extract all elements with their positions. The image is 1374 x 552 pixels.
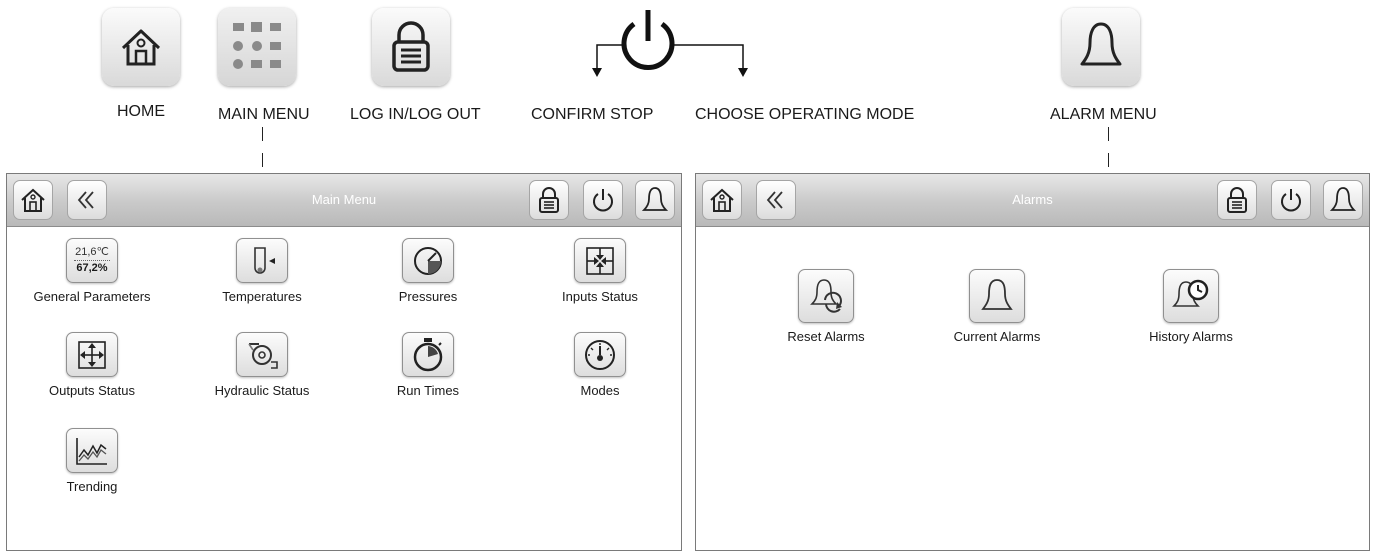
- legend-alarm-menu-label: ALARM MENU: [1050, 106, 1157, 123]
- main-menu-pointer-top: [262, 127, 263, 141]
- alarm-pointer-bottom: [1108, 153, 1109, 167]
- trend-chart-icon: [66, 428, 118, 473]
- home-tile: [102, 8, 180, 86]
- screen-title: Main Menu: [311, 192, 377, 207]
- menu-item-label: Trending: [66, 479, 118, 494]
- alarm-button[interactable]: [1323, 180, 1363, 220]
- alarm-tile: [1062, 8, 1140, 86]
- bell-reset-icon: [798, 269, 854, 323]
- alarm-item-label: History Alarms: [1149, 329, 1233, 344]
- menu-item-label: Inputs Status: [562, 289, 638, 304]
- legend-choose-mode-label: CHOOSE OPERATING MODE: [695, 106, 915, 123]
- divider: [74, 260, 110, 261]
- outputs-arrows-icon: [66, 332, 118, 377]
- menu-item-label: Outputs Status: [49, 383, 135, 398]
- menu-item-label: Modes: [580, 383, 620, 398]
- humidity-value: 67,2%: [76, 262, 108, 274]
- alarm-item-current[interactable]: Current Alarms: [922, 269, 1072, 344]
- stopwatch-icon: [402, 332, 454, 377]
- login-button[interactable]: [1217, 180, 1257, 220]
- alarm-item-label: Reset Alarms: [787, 329, 865, 344]
- main-menu-screen: Main Menu 21,6℃ 67,2% General Parameters…: [6, 173, 682, 551]
- inputs-arrows-icon: [574, 238, 626, 283]
- lock-tile: [372, 8, 450, 86]
- general-parameters-icon: 21,6℃ 67,2%: [66, 238, 118, 283]
- dial-icon: [574, 332, 626, 377]
- menu-item-inputs-status[interactable]: Inputs Status: [525, 238, 675, 304]
- menu-item-label: Run Times: [396, 383, 460, 398]
- power-button[interactable]: [1271, 180, 1311, 220]
- screen-title: Alarms: [1012, 192, 1053, 207]
- menu-item-general-parameters[interactable]: 21,6℃ 67,2% General Parameters: [17, 238, 167, 304]
- menu-item-label: Hydraulic Status: [214, 383, 310, 398]
- power-icon: [1281, 189, 1301, 212]
- alarm-item-history[interactable]: History Alarms: [1116, 269, 1266, 344]
- alarms-screen: Alarms Reset Alarms Current Alarms Histo…: [695, 173, 1370, 551]
- bell-clock-icon: [1163, 269, 1219, 323]
- menu-item-pressures[interactable]: Pressures: [353, 238, 503, 304]
- alarm-item-label: Current Alarms: [953, 329, 1041, 344]
- home-icon: [121, 29, 161, 66]
- main-menu-pointer-bottom: [262, 153, 263, 167]
- menu-item-label: General Parameters: [33, 289, 151, 304]
- menu-item-label: Pressures: [398, 289, 458, 304]
- pump-icon: [236, 332, 288, 377]
- menu-item-temperatures[interactable]: Temperatures: [187, 238, 337, 304]
- alarm-pointer-top: [1108, 127, 1109, 141]
- menu-item-trending[interactable]: Trending: [17, 428, 167, 494]
- top-bar: Alarms: [696, 174, 1369, 227]
- power-button[interactable]: [583, 180, 623, 220]
- bell-icon: [1080, 22, 1122, 66]
- bell-icon: [1330, 187, 1356, 211]
- power-icon: [592, 10, 748, 77]
- menu-item-hydraulic-status[interactable]: Hydraulic Status: [187, 332, 337, 398]
- padlock-icon: [392, 21, 430, 72]
- temperature-value: 21,6℃: [75, 246, 109, 258]
- bell-icon: [969, 269, 1025, 323]
- power-icon: [593, 189, 613, 212]
- bell-icon: [642, 187, 668, 211]
- legend-confirm-stop-label: CONFIRM STOP: [531, 106, 654, 123]
- alarm-item-reset[interactable]: Reset Alarms: [751, 269, 901, 344]
- menu-item-modes[interactable]: Modes: [525, 332, 675, 398]
- legend-login-label: LOG IN/LOG OUT: [350, 106, 481, 123]
- alarm-button[interactable]: [635, 180, 675, 220]
- thermometer-icon: [236, 238, 288, 283]
- main-menu-tile: [218, 8, 296, 86]
- top-bar: Main Menu: [7, 174, 681, 227]
- padlock-icon: [539, 187, 559, 213]
- main-menu-grid-icon: [233, 22, 281, 69]
- padlock-icon: [1227, 187, 1247, 213]
- login-button[interactable]: [529, 180, 569, 220]
- menu-item-outputs-status[interactable]: Outputs Status: [17, 332, 167, 398]
- pressure-gauge-icon: [402, 238, 454, 283]
- legend-main-menu-label: MAIN MENU: [218, 106, 310, 123]
- menu-item-label: Temperatures: [222, 289, 302, 304]
- legend-home-label: HOME: [117, 103, 165, 120]
- menu-item-run-times[interactable]: Run Times: [353, 332, 503, 398]
